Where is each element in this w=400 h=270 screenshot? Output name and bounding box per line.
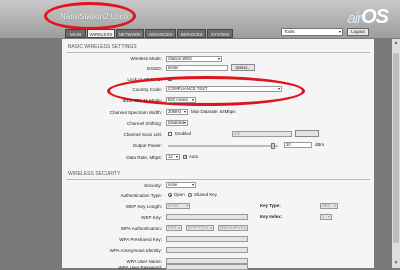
wpa-user-name-label: WPA User Name: xyxy=(126,259,162,264)
wireless-mode-select[interactable]: Station WDS xyxy=(166,56,222,62)
divider xyxy=(66,179,370,180)
wireless-mode-label: Wireless Mode: xyxy=(130,56,162,61)
output-power-unit: dBm xyxy=(315,142,325,147)
channel-scan-checkbox[interactable] xyxy=(168,132,172,136)
essid-input[interactable]: tester xyxy=(166,65,228,71)
auth-type-label: Authentication Type: xyxy=(120,193,162,198)
wpa-auth-select-3[interactable]: MSCHAPV2 xyxy=(218,225,248,231)
output-power-label: Output Power: xyxy=(132,143,162,148)
wpa-anon-identity-label: WPA Anonymous Identity: xyxy=(109,248,162,253)
basic-section-title: BASIC WIRELESS SETTINGS xyxy=(68,44,137,50)
auth-shared-radio[interactable] xyxy=(188,193,192,197)
wep-key-label: WEP Key: xyxy=(141,215,162,220)
security-select[interactable]: none xyxy=(166,182,196,188)
data-rate-auto-text: Auto xyxy=(189,154,199,159)
data-rate-auto-checkbox[interactable] xyxy=(183,154,187,159)
wpa-psk-label: WPA Preshared Key: xyxy=(119,237,162,242)
channel-scan-enabled-text: Enabled xyxy=(175,131,192,136)
tab-services[interactable]: SERVICES xyxy=(177,29,206,38)
ieee-mode-label: IEEE 802.11 Mode: xyxy=(122,98,163,103)
channel-scan-label: Channel Scan List: xyxy=(123,132,162,137)
security-section-title: WIRELESS SECURITY xyxy=(68,171,121,177)
channel-shifting-select[interactable]: Disabled xyxy=(166,120,188,126)
scroll-down-icon[interactable]: ▼ xyxy=(393,260,399,266)
ieee-mode-select[interactable]: B/G mixed xyxy=(166,97,196,103)
logout-button[interactable]: Logout xyxy=(347,28,369,36)
divider xyxy=(66,52,370,53)
channel-shifting-label: Channel Shifting: xyxy=(127,121,162,126)
security-label: Security: xyxy=(144,183,162,188)
key-index-label: Key Index: xyxy=(260,214,283,219)
tab-wireless[interactable]: WIRELESS xyxy=(87,29,115,38)
wpa-auth-label: WPA Authentication: xyxy=(120,226,162,231)
key-type-label: Key Type: xyxy=(260,203,281,208)
output-power-slider-handle[interactable] xyxy=(270,143,275,149)
wpa-anon-identity-input[interactable] xyxy=(166,247,248,253)
max-datarate-text: Max Datarate: 54Mbps xyxy=(191,109,236,114)
auth-open-text: Open xyxy=(174,192,185,197)
tab-advanced[interactable]: ADVANCED xyxy=(145,29,176,38)
auth-open-radio[interactable] xyxy=(168,193,172,197)
channel-width-label: Channel Spectrum Width: xyxy=(109,110,162,115)
output-power-input[interactable]: 20 xyxy=(284,142,312,148)
tab-system[interactable]: SYSTEM xyxy=(207,29,233,38)
scrollbar[interactable]: ▲ ▼ xyxy=(392,39,400,268)
key-type-select[interactable]: HEX xyxy=(320,203,338,209)
key-index-select[interactable]: 1 xyxy=(320,214,332,220)
tools-select[interactable]: Tools: xyxy=(281,28,343,36)
wpa-psk-input[interactable] xyxy=(166,236,248,242)
select-essid-button[interactable]: Select... xyxy=(231,64,255,71)
wpa-user-password-input[interactable] xyxy=(166,264,248,270)
output-power-slider[interactable] xyxy=(168,145,278,147)
data-rate-select[interactable]: 12 xyxy=(166,154,180,160)
scroll-up-icon[interactable]: ▲ xyxy=(393,40,399,46)
tab-network[interactable]: NETWORK xyxy=(116,29,144,38)
tab-main[interactable]: MAIN xyxy=(65,29,86,38)
data-rate-label: Data Rate, Mbps: xyxy=(126,155,162,160)
channel-scan-edit-button[interactable] xyxy=(295,130,319,137)
channel-width-select[interactable]: 20MHz xyxy=(166,109,188,115)
wep-key-input[interactable] xyxy=(166,214,248,220)
wep-key-length-select[interactable]: 64-bit xyxy=(166,203,190,209)
auth-shared-text: Shared Key xyxy=(194,192,217,197)
wpa-auth-select-1[interactable]: PSK xyxy=(166,225,182,231)
wpa-auth-select-2[interactable]: EAP-TTLS xyxy=(186,225,214,231)
settings-panel: BASIC WIRELESS SETTINGS Wireless Mode: S… xyxy=(62,39,374,270)
scroll-thumb[interactable] xyxy=(393,53,399,243)
channel-scan-input[interactable]: 2/6 xyxy=(232,131,292,137)
essid-label: ESSID: xyxy=(146,66,162,71)
wep-key-length-label: WEP Key Length: xyxy=(125,204,162,209)
